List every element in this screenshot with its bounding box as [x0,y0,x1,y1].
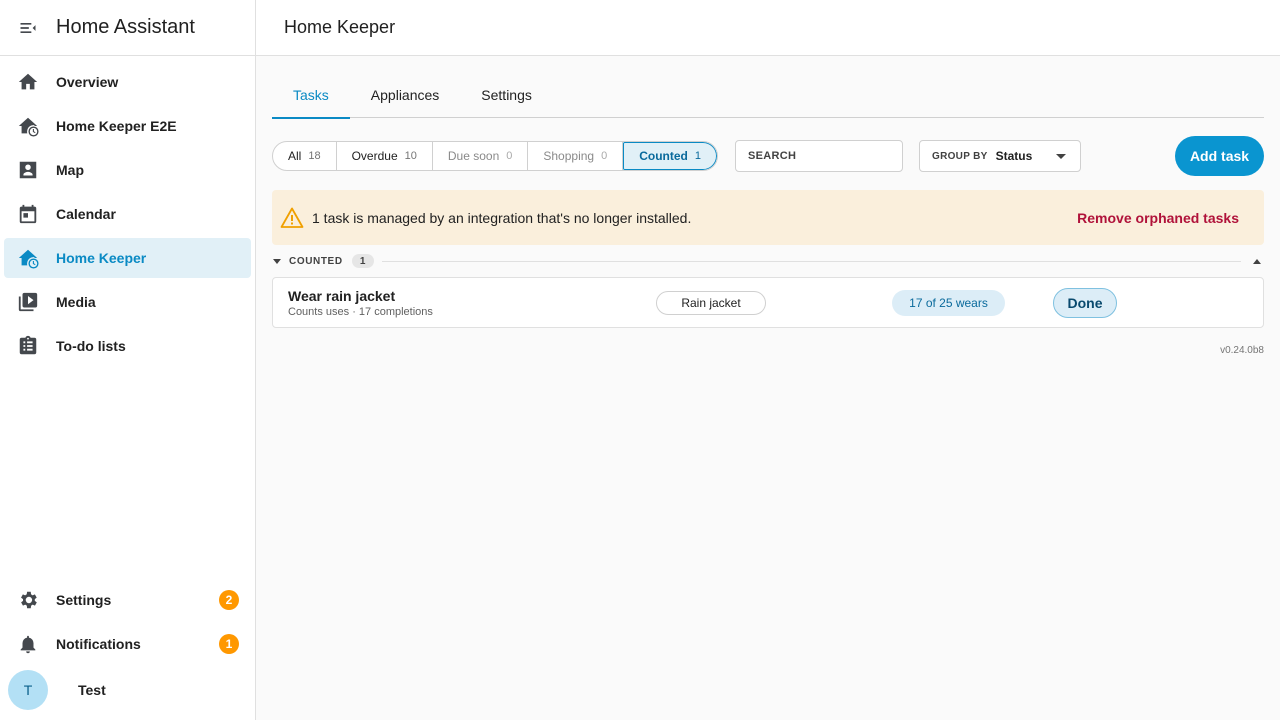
alert-message: 1 task is managed by an integration that… [312,209,692,226]
filter-label: Shopping [543,149,595,163]
menu-collapse-button[interactable] [0,0,56,56]
done-button[interactable]: Done [1053,288,1117,318]
sidebar-item-todo-lists[interactable]: To-do lists [4,326,251,366]
group-label: COUNTED [289,255,343,267]
group-by-value: Status [995,149,1033,163]
sidebar-item-label: Map [56,162,84,178]
collapse-group-icon[interactable] [273,258,281,264]
task-row[interactable]: Wear rain jacket Counts uses · 17 comple… [272,277,1264,328]
sidebar-bottom: Settings 2 Notifications 1 T Test [0,580,255,720]
sidebar: Home Assistant Overview Home Keeper E2E … [0,0,256,720]
group-by-select[interactable]: GROUP BY Status [919,140,1081,172]
notifications-badge: 1 [219,634,239,654]
sidebar-item-map[interactable]: Map [4,150,251,190]
calendar-icon [4,203,52,225]
filter-label: Counted [639,149,688,163]
sidebar-item-notifications[interactable]: Notifications 1 [4,624,251,664]
filter-label: Overdue [351,149,398,163]
warning-icon [280,207,304,228]
filter-counted[interactable]: Counted 1 [623,142,717,170]
bell-icon [4,633,52,655]
chevron-up-icon[interactable] [1253,258,1261,264]
user-name: Test [78,682,106,698]
sidebar-item-label: Settings [56,592,112,608]
filter-all[interactable]: All 18 [273,142,337,170]
page-title: Home Keeper [284,17,396,37]
settings-badge: 2 [219,590,239,610]
sidebar-item-label: Home Keeper [56,250,147,266]
sidebar-item-label: To-do lists [56,338,126,354]
clipboard-list-icon [4,335,52,357]
chevron-down-icon [1056,154,1066,159]
sidebar-item-media[interactable]: Media [4,282,251,322]
sidebar-title: Home Assistant [56,16,195,38]
home-clock-icon [4,115,52,137]
group-count-badge: 1 [351,254,374,268]
menu-collapse-icon [20,22,36,33]
filter-count: 10 [404,150,417,162]
sidebar-item-calendar[interactable]: Calendar [4,194,251,234]
sidebar-item-home-keeper-e2e[interactable]: Home Keeper E2E [4,106,251,146]
home-icon [4,71,52,93]
filter-count: 18 [308,150,321,162]
sidebar-header: Home Assistant [0,0,255,56]
filter-count: 1 [694,150,701,162]
sidebar-item-label: Media [56,294,96,310]
filter-chips: All 18 Overdue 10 Due soon 0 Shopping 0 Coun… [272,141,718,171]
task-subtitle: Counts uses · 17 completions [288,306,433,318]
remove-orphaned-tasks-button[interactable]: Remove orphaned tasks [1077,210,1239,226]
group-header-counted: COUNTED 1 [272,254,1264,268]
tab-settings[interactable]: Settings [460,72,553,118]
orphaned-tasks-alert: 1 task is managed by an integration that… [272,190,1264,245]
sidebar-nav: Overview Home Keeper E2E Map Calendar Ho… [0,56,255,366]
filter-shopping[interactable]: Shopping 0 [528,142,624,170]
sidebar-item-label: Home Keeper E2E [56,118,177,134]
filter-count: 0 [506,150,513,162]
sidebar-item-label: Overview [56,74,119,90]
filter-label: Due soon [447,149,500,163]
task-title: Wear rain jacket [288,288,396,304]
filter-count: 0 [601,150,608,162]
sidebar-item-label: Notifications [56,636,141,652]
avatar: T [8,670,48,710]
sidebar-item-settings[interactable]: Settings 2 [4,580,251,620]
appliance-chip[interactable]: Rain jacket [656,291,766,315]
usage-progress-pill: 17 of 25 wears [892,290,1005,316]
gear-icon [4,589,52,611]
tab-appliances[interactable]: Appliances [350,72,461,118]
group-divider [381,260,1241,262]
top-app-bar: Home Keeper [256,0,1280,56]
sidebar-item-home-keeper[interactable]: Home Keeper [4,238,251,278]
media-play-icon [4,291,52,313]
filter-overdue[interactable]: Overdue 10 [337,142,433,170]
group-by-label: GROUP BY [932,150,988,162]
map-person-icon [4,159,52,181]
tab-tasks[interactable]: Tasks [272,72,350,119]
toolbar: All 18 Overdue 10 Due soon 0 Shopping 0 Coun… [272,136,1264,176]
main-content: Tasks Appliances Settings All 18 Overdue 1… [272,72,1264,356]
home-clock-icon [4,247,52,269]
sidebar-item-overview[interactable]: Overview [4,62,251,102]
filter-label: All [288,149,302,163]
filter-due-soon[interactable]: Due soon 0 [433,142,529,170]
version-label: v0.24.0b8 [1220,345,1264,356]
search-input[interactable] [735,140,903,172]
sidebar-item-user[interactable]: T Test [4,668,251,712]
add-task-button[interactable]: Add task [1175,136,1264,176]
sidebar-item-label: Calendar [56,206,116,222]
tab-bar: Tasks Appliances Settings [272,72,1264,119]
